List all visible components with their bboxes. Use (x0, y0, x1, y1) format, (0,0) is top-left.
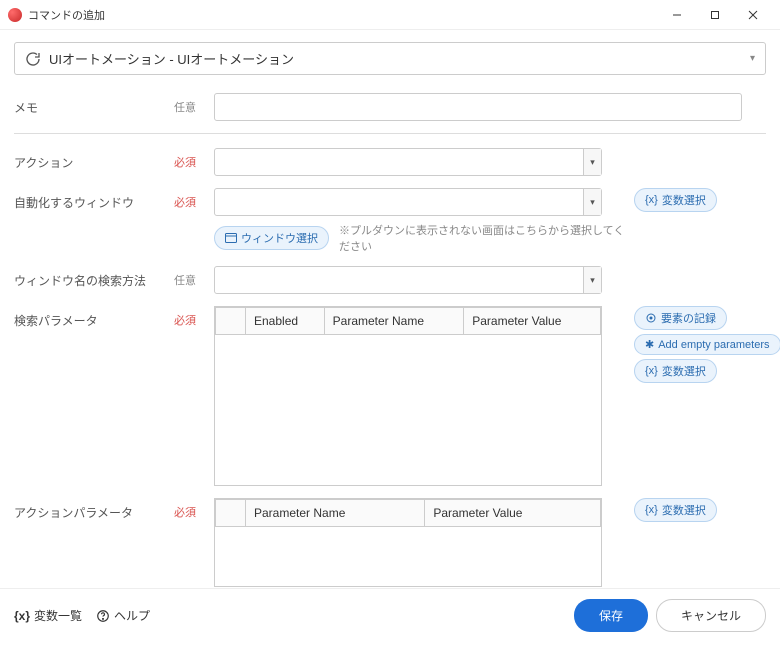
help-link[interactable]: ヘルプ (96, 607, 150, 624)
var-list-link[interactable]: {x} 変数一覧 (14, 607, 82, 624)
action-combo-button[interactable]: ▾ (583, 149, 601, 175)
record-element-button[interactable]: 要素の記録 (634, 306, 727, 330)
brackets-icon: {x} (645, 365, 658, 377)
cancel-button[interactable]: キャンセル (656, 599, 766, 632)
record-element-label: 要素の記録 (661, 310, 716, 326)
close-button[interactable] (734, 1, 772, 29)
brackets-icon: {x} (14, 609, 30, 623)
action-params-table[interactable]: Parameter Name Parameter Value (214, 498, 602, 588)
row-memo: メモ 任意 (14, 93, 766, 121)
help-label: ヘルプ (114, 607, 150, 624)
refresh-icon (25, 51, 41, 67)
app-icon (8, 8, 22, 22)
action-params-col-value: Parameter Value (425, 499, 601, 526)
var-select-button-action[interactable]: {x} 変数選択 (634, 498, 717, 522)
save-button[interactable]: 保存 (574, 599, 648, 632)
var-select-label: 変数選択 (662, 192, 706, 208)
window-title: コマンドの追加 (28, 7, 658, 23)
label-memo: メモ (14, 93, 174, 116)
target-window-combo[interactable]: ▾ (214, 188, 602, 216)
row-target-window: 自動化するウィンドウ 必須 ▾ ウィンドウ選択 ※プルダウンに表示されない画面は… (14, 188, 766, 254)
window-select-button[interactable]: ウィンドウ選択 (214, 226, 329, 250)
label-action-params: アクションパラメータ (14, 498, 174, 521)
minimize-button[interactable] (658, 1, 696, 29)
var-select-button-search[interactable]: {x} 変数選択 (634, 359, 717, 383)
help-icon (96, 608, 110, 623)
label-search-params: 検索パラメータ (14, 306, 174, 329)
action-params-col-blank (216, 499, 246, 526)
search-params-col-enabled: Enabled (246, 308, 325, 335)
var-list-label: 変数一覧 (34, 607, 82, 624)
label-window-name-search: ウィンドウ名の検索方法 (14, 266, 174, 289)
command-selector-text: UIオートメーション - UIオートメーション (49, 49, 750, 68)
row-action-params: アクションパラメータ 必須 Parameter Name Parameter V… (14, 498, 766, 588)
target-window-combo-button[interactable]: ▾ (583, 189, 601, 215)
action-combo[interactable]: ▾ (214, 148, 602, 176)
add-empty-params-button[interactable]: ✱ Add empty parameters (634, 334, 780, 355)
target-icon (645, 312, 657, 324)
window-name-search-combo-button[interactable]: ▾ (583, 267, 601, 293)
var-select-label-action: 変数選択 (662, 502, 706, 518)
search-params-table[interactable]: Enabled Parameter Name Parameter Value (214, 306, 602, 486)
row-search-params: 検索パラメータ 必須 Enabled Parameter Name Parame… (14, 306, 766, 486)
row-action: アクション 必須 ▾ (14, 148, 766, 176)
command-selector[interactable]: UIオートメーション - UIオートメーション ▾ (14, 42, 766, 75)
req-action: 必須 (174, 148, 214, 170)
chevron-down-icon: ▾ (750, 53, 755, 64)
window-icon (225, 232, 237, 244)
req-window-name-search: 任意 (174, 266, 214, 288)
req-memo: 任意 (174, 93, 214, 115)
window-select-label: ウィンドウ選択 (241, 230, 318, 246)
titlebar: コマンドの追加 (0, 0, 780, 30)
var-select-label-search: 変数選択 (662, 363, 706, 379)
target-window-input[interactable] (214, 188, 602, 216)
search-params-col-value: Parameter Value (464, 308, 601, 335)
add-empty-params-label: Add empty parameters (658, 339, 769, 351)
req-target-window: 必須 (174, 188, 214, 210)
divider (14, 133, 766, 134)
row-window-name-search: ウィンドウ名の検索方法 任意 ▾ (14, 266, 766, 294)
brackets-icon: {x} (645, 194, 658, 206)
footer: {x} 変数一覧 ヘルプ 保存 キャンセル (0, 588, 780, 646)
action-input[interactable] (214, 148, 602, 176)
label-action: アクション (14, 148, 174, 171)
window-name-search-input[interactable] (214, 266, 602, 294)
main-content: UIオートメーション - UIオートメーション ▾ メモ 任意 アクション 必須… (0, 30, 780, 611)
label-target-window: 自動化するウィンドウ (14, 188, 174, 211)
action-params-col-name: Parameter Name (246, 499, 425, 526)
brackets-icon: {x} (645, 504, 658, 516)
req-search-params: 必須 (174, 306, 214, 328)
memo-input[interactable] (214, 93, 742, 121)
window-controls (658, 1, 772, 29)
search-params-col-blank (216, 308, 246, 335)
window-name-search-combo[interactable]: ▾ (214, 266, 602, 294)
maximize-button[interactable] (696, 1, 734, 29)
search-params-col-name: Parameter Name (324, 308, 464, 335)
req-action-params: 必須 (174, 498, 214, 520)
asterisk-icon: ✱ (645, 338, 654, 351)
var-select-button-window[interactable]: {x} 変数選択 (634, 188, 717, 212)
pulldown-hint: ※プルダウンに表示されない画面はこちらから選択してください (339, 222, 626, 254)
